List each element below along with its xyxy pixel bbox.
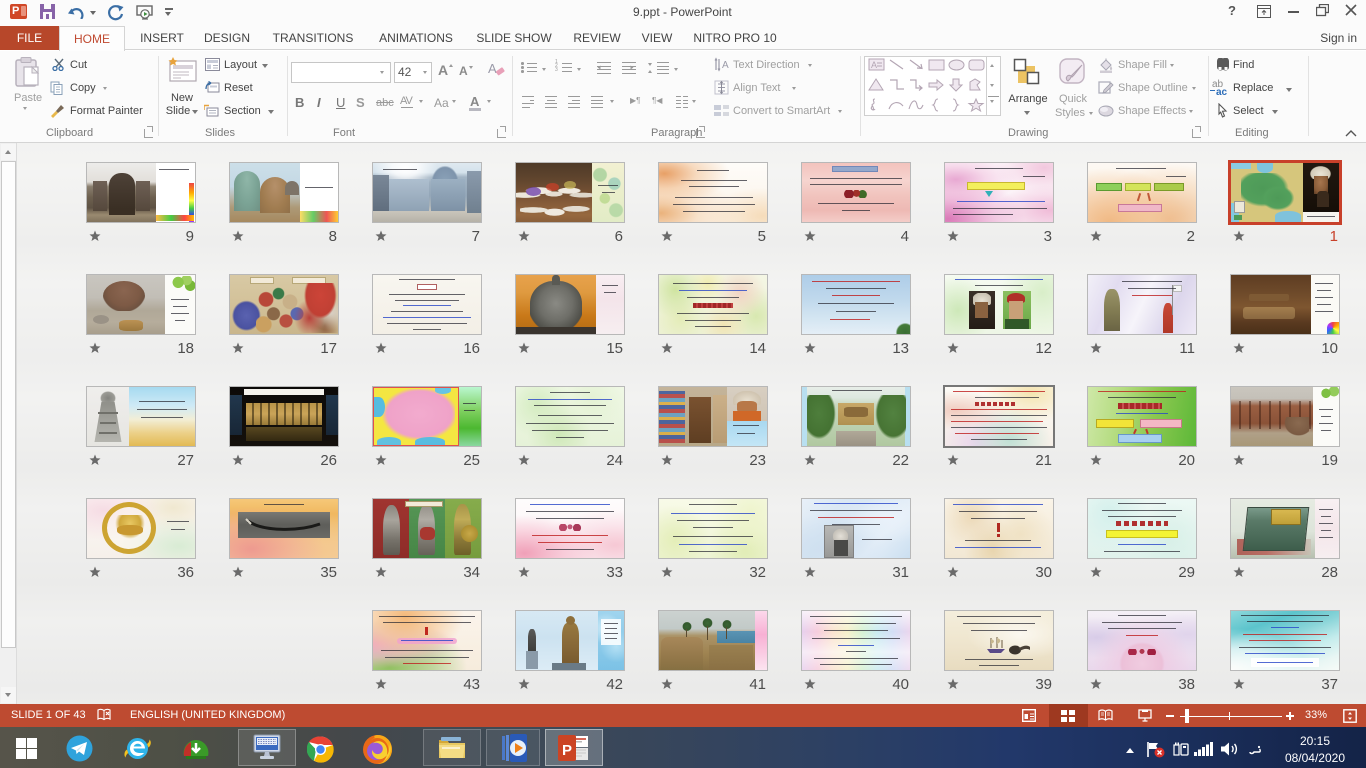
svg-text:A: A [488, 61, 497, 76]
svg-text:P: P [562, 742, 572, 759]
svg-text:A: A [722, 60, 729, 71]
svg-text:A: A [871, 60, 877, 70]
